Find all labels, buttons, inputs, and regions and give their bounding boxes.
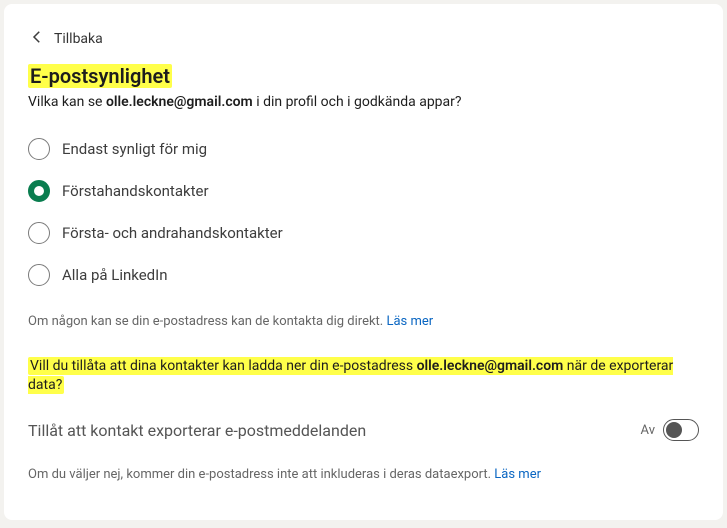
arrow-left-icon [28, 28, 46, 50]
export-toggle-label: Tillåt att kontakt exporterar e-postmedd… [28, 421, 366, 440]
visibility-radio-group: Endast synligt för mig Förstahandskontak… [28, 138, 699, 286]
subtitle-suffix: i din profil och i godkända appar? [253, 94, 462, 110]
learn-more-link[interactable]: Läs mer [386, 314, 433, 329]
export-q-prefix: Vill du tillåta att dina kontakter kan l… [30, 358, 417, 374]
helper2-body: Om du väljer nej, kommer din e-postadres… [28, 467, 491, 482]
radio-icon [28, 180, 50, 202]
radio-first-second-degree[interactable]: Första- och andrahandskontakter [28, 222, 699, 244]
export-question: Vill du tillåta att dina kontakter kan l… [28, 357, 673, 394]
radio-only-me[interactable]: Endast synligt för mig [28, 138, 699, 160]
radio-label: Alla på LinkedIn [62, 266, 168, 284]
back-label: Tillbaka [54, 31, 103, 47]
back-button[interactable]: Tillbaka [28, 28, 699, 50]
radio-everyone[interactable]: Alla på LinkedIn [28, 264, 699, 286]
subtitle-email: olle.leckne@gmail.com [106, 94, 253, 110]
subtitle: Vilka kan se olle.leckne@gmail.com i din… [28, 94, 699, 110]
page-title: E-postsynlighet [28, 64, 172, 88]
radio-label: Första- och andrahandskontakter [62, 224, 283, 242]
export-toggle-row: Tillåt att kontakt exporterar e-postmedd… [28, 419, 699, 441]
subtitle-prefix: Vilka kan se [28, 94, 106, 110]
export-q-email: olle.leckne@gmail.com [417, 358, 564, 374]
export-toggle-state: Av [641, 423, 655, 438]
radio-label: Endast synligt för mig [62, 140, 207, 158]
radio-icon [28, 222, 50, 244]
helper-text: Om någon kan se din e-postadress kan de … [28, 314, 699, 329]
learn-more-link-2[interactable]: Läs mer [494, 467, 541, 482]
toggle-knob-icon [666, 422, 682, 438]
helper-body: Om någon kan se din e-postadress kan de … [28, 314, 383, 329]
export-toggle-switch[interactable] [663, 419, 699, 441]
radio-label: Förstahandskontakter [62, 182, 209, 200]
radio-icon [28, 264, 50, 286]
radio-first-degree[interactable]: Förstahandskontakter [28, 180, 699, 202]
radio-icon [28, 138, 50, 160]
helper2-text: Om du väljer nej, kommer din e-postadres… [28, 467, 699, 482]
